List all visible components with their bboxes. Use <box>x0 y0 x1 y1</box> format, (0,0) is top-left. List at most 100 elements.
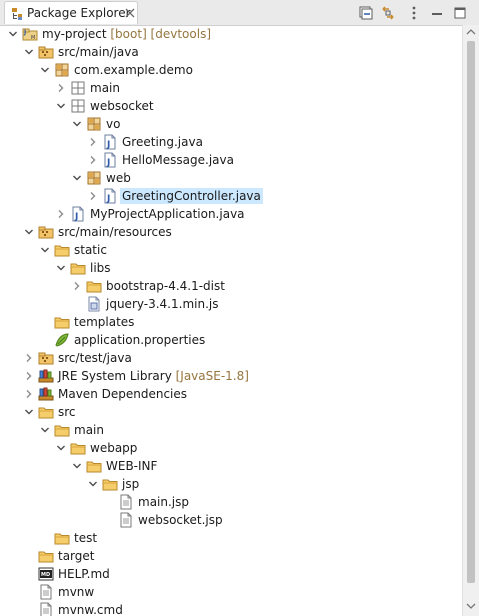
expanded-chevron-icon[interactable] <box>72 461 82 471</box>
project-tree[interactable]: J Mmy-project [boot] [devtools] src/main/j… <box>0 25 462 616</box>
tree-item[interactable]: WEB-INF <box>0 457 462 475</box>
tree-item-label[interactable]: application.properties <box>72 332 207 348</box>
tree-item[interactable]: J Mmy-project [boot] [devtools] <box>0 25 462 43</box>
tree-item-label[interactable]: src/main/resources <box>56 224 174 240</box>
collapsed-chevron-icon[interactable] <box>56 209 66 219</box>
tree-item-label[interactable]: src/main/java <box>56 44 141 60</box>
tree-item-label[interactable]: libs <box>88 260 113 276</box>
collapsed-chevron-icon[interactable] <box>88 155 98 165</box>
tree-item[interactable]: JRE System Library [JavaSE-1.8] <box>0 367 462 385</box>
tree-item-label[interactable]: templates <box>72 314 136 330</box>
tree-item-label[interactable]: HELP.md <box>56 566 112 582</box>
tree-item[interactable]: webapp <box>0 439 462 457</box>
tree-item-label[interactable]: mvnw <box>56 584 96 600</box>
expanded-chevron-icon[interactable] <box>24 407 34 417</box>
maximize-icon[interactable] <box>452 5 468 21</box>
tree-item[interactable]: src <box>0 403 462 421</box>
tree-item[interactable]: libs <box>0 259 462 277</box>
tree-item-label[interactable]: jsp <box>120 476 141 492</box>
tree-item[interactable]: J Greeting.java <box>0 133 462 151</box>
tree-item-label[interactable]: vo <box>104 116 122 132</box>
collapse-all-icon[interactable] <box>358 5 374 21</box>
tree-item[interactable]: src/main/resources <box>0 223 462 241</box>
tree-item-label[interactable]: jquery-3.4.1.min.js <box>104 296 220 312</box>
scroll-up-arrow-icon[interactable] <box>466 28 476 36</box>
tree-item[interactable]: com.example.demo <box>0 61 462 79</box>
tree-item-label[interactable]: webapp <box>88 440 139 456</box>
tree-item-label[interactable]: MyProjectApplication.java <box>88 206 247 222</box>
tree-item[interactable]: mvnw <box>0 583 462 601</box>
tree-item[interactable]: jquery-3.4.1.min.js <box>0 295 462 313</box>
expanded-chevron-icon[interactable] <box>56 443 66 453</box>
scrollbar-thumb[interactable] <box>467 41 475 583</box>
expanded-chevron-icon[interactable] <box>72 173 82 183</box>
tree-item[interactable]: web <box>0 169 462 187</box>
collapsed-chevron-icon[interactable] <box>24 353 34 363</box>
tree-item-label[interactable]: static <box>72 242 109 258</box>
tree-item-label[interactable]: src/test/java <box>56 350 134 366</box>
tree-item[interactable]: src/test/java <box>0 349 462 367</box>
tree-item-label[interactable]: websocket.jsp <box>136 512 225 528</box>
expanded-chevron-icon[interactable] <box>72 119 82 129</box>
collapsed-chevron-icon[interactable] <box>56 83 66 93</box>
collapsed-chevron-icon[interactable] <box>24 371 34 381</box>
tree-item[interactable]: vo <box>0 115 462 133</box>
tree-item[interactable]: application.properties <box>0 331 462 349</box>
tree-item-label[interactable]: mvnw.cmd <box>56 602 125 616</box>
tree-item-label[interactable]: HelloMessage.java <box>120 152 236 168</box>
tree-item[interactable]: main <box>0 421 462 439</box>
tree-item[interactable]: bootstrap-4.4.1-dist <box>0 277 462 295</box>
tree-item[interactable]: static <box>0 241 462 259</box>
tree-item[interactable]: J MyProjectApplication.java <box>0 205 462 223</box>
collapsed-chevron-icon[interactable] <box>88 137 98 147</box>
tree-item[interactable]: test <box>0 529 462 547</box>
tree-item[interactable]: websocket <box>0 97 462 115</box>
tree-item-label[interactable]: target <box>56 548 97 564</box>
collapsed-chevron-icon[interactable] <box>24 389 34 399</box>
expanded-chevron-icon[interactable] <box>56 263 66 273</box>
expanded-chevron-icon[interactable] <box>24 227 34 237</box>
tree-item[interactable]: templates <box>0 313 462 331</box>
collapsed-chevron-icon[interactable] <box>72 281 82 291</box>
tree-item[interactable]: J GreetingController.java <box>0 187 462 205</box>
expanded-chevron-icon[interactable] <box>88 479 98 489</box>
tree-item[interactable]: src/main/java <box>0 43 462 61</box>
tree-item[interactable]: target <box>0 547 462 565</box>
tree-item-label[interactable]: main.jsp <box>136 494 191 510</box>
expanded-chevron-icon[interactable] <box>40 65 50 75</box>
tree-item-label[interactable]: my-project [boot] [devtools] <box>40 26 213 42</box>
expanded-chevron-icon[interactable] <box>24 47 34 57</box>
expanded-chevron-icon[interactable] <box>56 101 66 111</box>
close-icon[interactable] <box>124 7 136 19</box>
tree-item-label[interactable]: test <box>72 530 99 546</box>
scroll-down-arrow-icon[interactable] <box>466 602 476 610</box>
view-menu-icon[interactable] <box>406 5 422 21</box>
tree-item[interactable]: Maven Dependencies <box>0 385 462 403</box>
tree-item[interactable]: MD HELP.md <box>0 565 462 583</box>
tree-item-label[interactable]: web <box>104 170 133 186</box>
expanded-chevron-icon[interactable] <box>40 425 50 435</box>
tree-item[interactable]: main <box>0 79 462 97</box>
tree-item-label[interactable]: GreetingController.java <box>120 188 263 204</box>
expanded-chevron-icon[interactable] <box>8 29 18 39</box>
tree-item-label[interactable]: Greeting.java <box>120 134 205 150</box>
collapsed-chevron-icon[interactable] <box>88 191 98 201</box>
tree-item-label[interactable]: websocket <box>88 98 156 114</box>
tree-item-label[interactable]: Maven Dependencies <box>56 386 189 402</box>
link-with-editor-icon[interactable] <box>380 5 396 21</box>
minimize-icon[interactable] <box>429 5 445 21</box>
vertical-scrollbar[interactable] <box>462 25 479 616</box>
tree-item-label[interactable]: main <box>88 80 122 96</box>
tree-item-label[interactable]: src <box>56 404 78 420</box>
tree-item[interactable]: J HelloMessage.java <box>0 151 462 169</box>
tree-item[interactable]: jsp <box>0 475 462 493</box>
tree-item[interactable]: websocket.jsp <box>0 511 462 529</box>
tree-item[interactable]: main.jsp <box>0 493 462 511</box>
tree-item-label[interactable]: main <box>72 422 106 438</box>
tab-package-explorer[interactable]: Package Explorer <box>4 1 138 24</box>
tree-item[interactable]: mvnw.cmd <box>0 601 462 616</box>
tree-item-label[interactable]: WEB-INF <box>104 458 159 474</box>
tree-item-label[interactable]: bootstrap-4.4.1-dist <box>104 278 227 294</box>
expanded-chevron-icon[interactable] <box>40 245 50 255</box>
tree-item-label[interactable]: JRE System Library [JavaSE-1.8] <box>56 368 251 384</box>
